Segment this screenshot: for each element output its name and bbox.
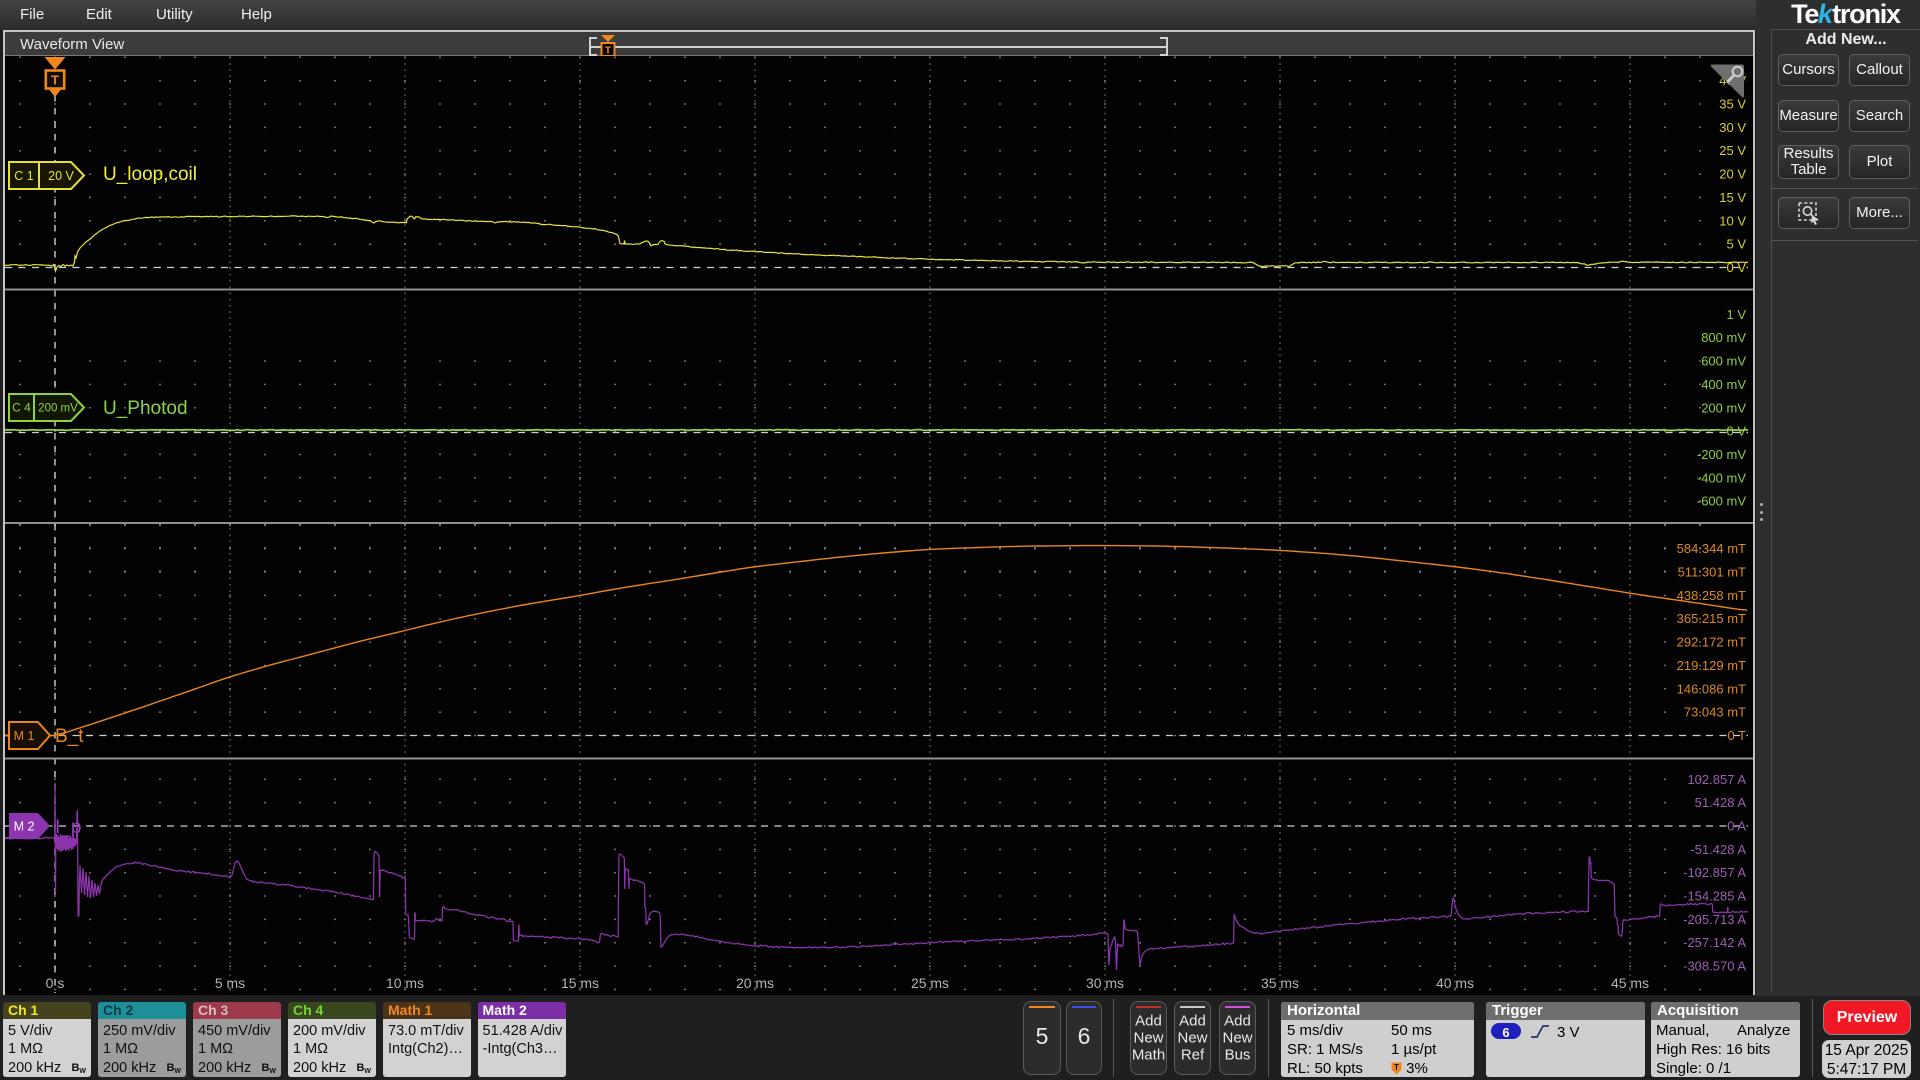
- svg-text:400 mV: 400 mV: [1701, 377, 1746, 392]
- svg-text:U_Photod: U_Photod: [103, 398, 188, 419]
- svg-text:102.857 A: 102.857 A: [1687, 772, 1746, 787]
- svg-text:10 ms: 10 ms: [386, 975, 424, 991]
- svg-text:25 V: 25 V: [1719, 143, 1746, 158]
- svg-text:0 A: 0 A: [1727, 819, 1746, 834]
- svg-text:30 V: 30 V: [1719, 120, 1746, 135]
- svg-text:511.301 mT: 511.301 mT: [1678, 565, 1746, 580]
- svg-text:-308.570 A: -308.570 A: [1683, 959, 1746, 974]
- svg-text:-400 mV: -400 mV: [1697, 470, 1746, 485]
- svg-text:40 ms: 40 ms: [1436, 975, 1474, 991]
- svg-text:5 V: 5 V: [1726, 237, 1746, 252]
- svg-text:20 ms: 20 ms: [736, 975, 774, 991]
- svg-text:0 V: 0 V: [1726, 424, 1746, 439]
- svg-text:C 4: C 4: [12, 401, 31, 415]
- svg-text:-51.428 A: -51.428 A: [1690, 842, 1746, 857]
- svg-text:20 V: 20 V: [1719, 167, 1746, 182]
- svg-text:200 mV: 200 mV: [1701, 400, 1746, 415]
- svg-text:30 ms: 30 ms: [1086, 975, 1124, 991]
- svg-text:C 1: C 1: [14, 169, 34, 183]
- svg-text:73.043 mT: 73.043 mT: [1684, 705, 1746, 720]
- svg-text:584.344 mT: 584.344 mT: [1677, 541, 1746, 556]
- svg-text:146.086 mT: 146.086 mT: [1677, 681, 1746, 696]
- svg-text:-257.142 A: -257.142 A: [1683, 935, 1746, 950]
- svg-text:U_loop,coil: U_loop,coil: [103, 164, 197, 185]
- svg-text:15 ms: 15 ms: [561, 975, 599, 991]
- svg-text:B_t: B_t: [55, 726, 84, 747]
- svg-text:T: T: [51, 73, 59, 88]
- svg-text:200 mV: 200 mV: [38, 403, 78, 415]
- svg-text:51.428 A: 51.428 A: [1695, 795, 1747, 810]
- svg-text:35 V: 35 V: [1719, 97, 1746, 112]
- svg-text:M 1: M 1: [14, 729, 35, 743]
- svg-text:0 T: 0 T: [1727, 728, 1746, 743]
- svg-text:0 s: 0 s: [46, 975, 65, 991]
- svg-text:-102.857 A: -102.857 A: [1683, 865, 1746, 880]
- svg-text:600 mV: 600 mV: [1701, 354, 1746, 369]
- svg-text:-205.713 A: -205.713 A: [1683, 912, 1746, 927]
- svg-text:-154.285 A: -154.285 A: [1683, 889, 1746, 904]
- svg-text:-600 mV: -600 mV: [1697, 494, 1746, 509]
- svg-text:35 ms: 35 ms: [1261, 975, 1299, 991]
- svg-text:T: T: [1394, 1063, 1399, 1072]
- svg-text:25 ms: 25 ms: [911, 975, 949, 991]
- svg-text:1 V: 1 V: [1726, 307, 1746, 322]
- svg-text:15 V: 15 V: [1719, 190, 1746, 205]
- svg-text:M 2: M 2: [14, 820, 35, 834]
- svg-text:5 ms: 5 ms: [215, 975, 245, 991]
- svg-text:219.129 mT: 219.129 mT: [1677, 658, 1746, 673]
- svg-text:45 ms: 45 ms: [1611, 975, 1649, 991]
- svg-text:-200 mV: -200 mV: [1697, 447, 1746, 462]
- svg-text:800 mV: 800 mV: [1701, 330, 1746, 345]
- svg-text:20 V: 20 V: [48, 169, 74, 183]
- svg-text:438.258 mT: 438.258 mT: [1677, 588, 1746, 603]
- svg-text:10 V: 10 V: [1719, 213, 1746, 228]
- svg-text:T: T: [605, 45, 612, 57]
- svg-text:292.172 mT: 292.172 mT: [1677, 635, 1746, 650]
- svg-text:365.215 mT: 365.215 mT: [1677, 611, 1746, 626]
